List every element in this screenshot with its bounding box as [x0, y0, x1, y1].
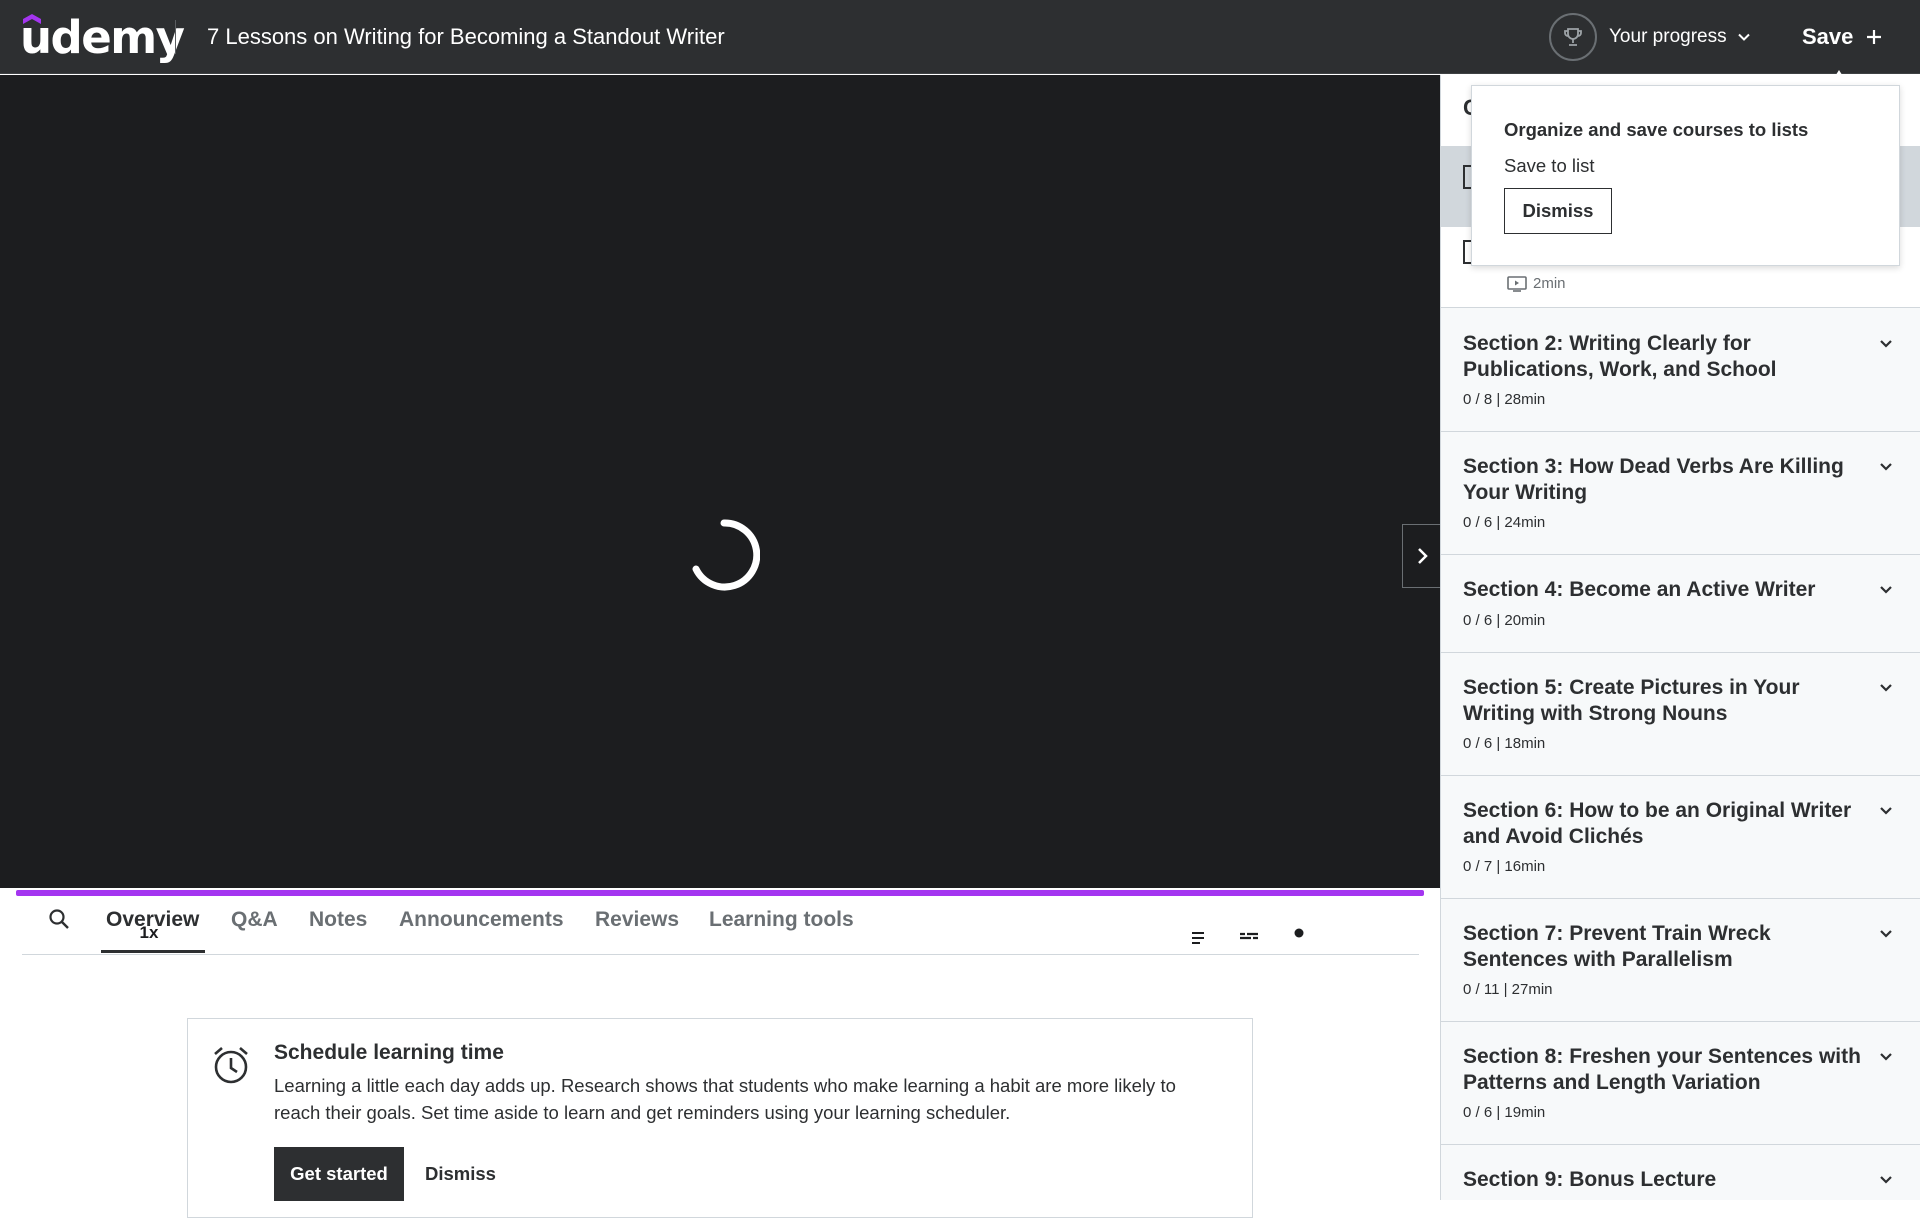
chevron-right-icon: [1417, 548, 1428, 564]
dismiss-card-button[interactable]: Dismiss: [425, 1147, 496, 1201]
section-item[interactable]: Section 4: Become an Active Writer 0 / 6…: [1441, 555, 1920, 653]
section-title: Section 9: Bonus Lecture: [1463, 1168, 1717, 1191]
card-description: Learning a little each day adds up. Rese…: [274, 1075, 1176, 1123]
chevron-down-icon: [1880, 586, 1892, 594]
section-item[interactable]: Section 8: Freshen your Sentences with P…: [1441, 1022, 1920, 1145]
section-meta: 0 / 11 | 27min: [1463, 981, 1553, 998]
section-title: Section 6: How to be an Original Writer …: [1463, 799, 1852, 848]
course-title[interactable]: 7 Lessons on Writing for Becoming a Stan…: [207, 22, 725, 52]
dismiss-popover-button[interactable]: Dismiss: [1504, 188, 1612, 234]
video-player[interactable]: 1x 0:00 / 0:00: [0, 75, 1440, 946]
logo-hat-icon: [23, 14, 41, 24]
section-meta: 0 / 6 | 18min: [1463, 735, 1546, 752]
chevron-down-icon: [1880, 684, 1892, 692]
tab-qa[interactable]: Q&A: [231, 908, 278, 932]
sidebar-toggle-button[interactable]: [1402, 524, 1440, 588]
alarm-clock-icon: [214, 1047, 248, 1084]
top-header: udemy 7 Lessons on Writing for Becoming …: [0, 0, 1920, 74]
tab-notes[interactable]: Notes: [309, 908, 367, 932]
schedule-learning-card: Schedule learning time Learning a little…: [187, 1018, 1253, 1218]
chevron-down-icon: [1880, 807, 1892, 815]
section-meta: 0 / 8 | 28min: [1463, 391, 1546, 408]
search-icon: [49, 909, 69, 929]
your-progress-button[interactable]: Your progress: [1549, 12, 1751, 62]
plus-icon: [1867, 30, 1882, 44]
get-started-button[interactable]: Get started: [274, 1147, 404, 1201]
section-item[interactable]: Section 2: Writing Clearly for Publicati…: [1441, 309, 1920, 432]
save-label: Save: [1802, 24, 1854, 49]
section-title: Section 4: Become an Active Writer: [1463, 578, 1816, 601]
section-meta: 0 / 6 | 19min: [1463, 1104, 1546, 1121]
save-button[interactable]: Save: [1802, 20, 1883, 54]
section-meta: 0 / 6 | 20min: [1463, 612, 1546, 629]
udemy-logo[interactable]: udemy: [20, 10, 185, 64]
section-title: Section 8: Freshen your Sentences with P…: [1463, 1045, 1861, 1094]
video-icon: [1507, 275, 1527, 292]
section-meta: 0 / 7 | 16min: [1463, 858, 1546, 875]
loading-spinner-icon: [692, 519, 760, 591]
section-item[interactable]: Section 6: How to be an Original Writer …: [1441, 776, 1920, 899]
section-title: Section 3: How Dead Verbs Are Killing Yo…: [1463, 455, 1844, 504]
tab-reviews[interactable]: Reviews: [595, 908, 679, 932]
trophy-icon: [1549, 13, 1597, 61]
tab-overview[interactable]: Overview: [106, 908, 199, 932]
section-item[interactable]: Section 7: Prevent Train Wreck Sentences…: [1441, 899, 1920, 1022]
save-to-list-popover: Organize and save courses to lists Save …: [1471, 85, 1900, 266]
section-title: Section 5: Create Pictures in Your Writi…: [1463, 676, 1800, 725]
active-tab-indicator: [101, 950, 205, 953]
section-title: Section 2: Writing Clearly for Publicati…: [1463, 332, 1777, 381]
save-to-list-link[interactable]: Save to list: [1504, 155, 1595, 177]
tab-learning-tools[interactable]: Learning tools: [709, 908, 854, 932]
section-item[interactable]: Section 3: How Dead Verbs Are Killing Yo…: [1441, 432, 1920, 555]
your-progress-label: Your progress: [1609, 26, 1727, 47]
section-item[interactable]: Section 9: Bonus Lecture: [1441, 1145, 1920, 1200]
search-button[interactable]: [48, 908, 70, 935]
chevron-down-icon: [1880, 340, 1892, 348]
course-tabs: Overview Q&A Notes Announcements Reviews…: [22, 888, 1419, 955]
lecture-duration-text: 2min: [1533, 275, 1566, 292]
section-item[interactable]: Section 5: Create Pictures in Your Writi…: [1441, 653, 1920, 776]
section-title: Section 7: Prevent Train Wreck Sentences…: [1463, 922, 1771, 971]
logo-text: udemy: [20, 10, 185, 64]
chevron-down-icon: [1880, 1053, 1892, 1061]
header-divider: [175, 20, 176, 54]
lecture-duration: 2min: [1507, 275, 1566, 292]
chevron-down-icon: [1880, 1176, 1892, 1184]
chevron-down-icon: [1737, 33, 1750, 41]
chevron-down-icon: [1880, 930, 1892, 938]
section-meta: 0 / 6 | 24min: [1463, 514, 1546, 531]
card-title: Schedule learning time: [274, 1041, 504, 1064]
chevron-down-icon: [1880, 463, 1892, 471]
popover-arrow: [1829, 70, 1849, 86]
tab-announcements[interactable]: Announcements: [399, 908, 564, 932]
popover-title: Organize and save courses to lists: [1504, 119, 1809, 140]
